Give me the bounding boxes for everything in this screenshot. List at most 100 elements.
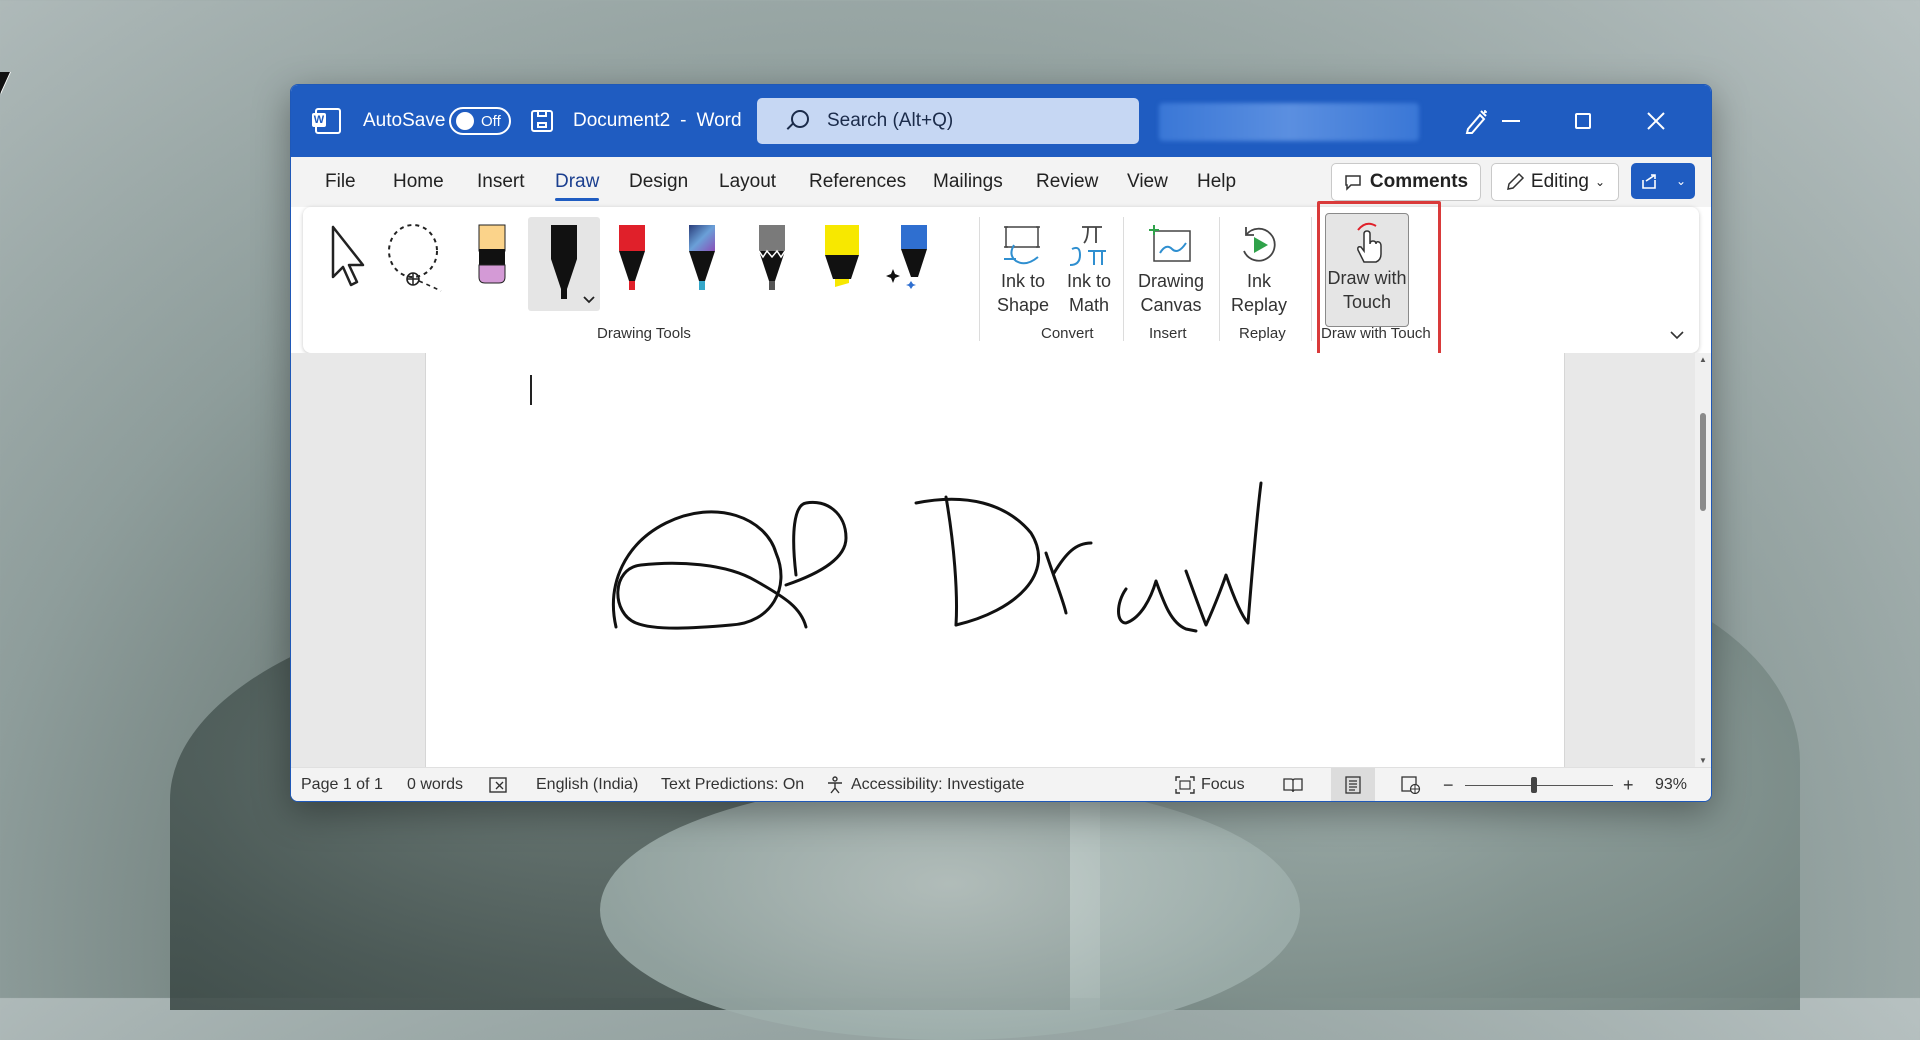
- ink-drawing: [611, 481, 1263, 633]
- action-pen-tool[interactable]: [883, 217, 941, 317]
- document-name: Document2: [573, 110, 671, 131]
- language-status[interactable]: English (India): [536, 768, 638, 801]
- ink-to-math-button[interactable]: Ink to Math: [1057, 217, 1121, 317]
- tab-layout[interactable]: Layout: [719, 157, 776, 207]
- scroll-down-icon[interactable]: ▼: [1699, 756, 1707, 765]
- app-name: Word: [696, 110, 742, 131]
- vertical-scrollbar[interactable]: ▲ ▼: [1695, 353, 1711, 767]
- red-pen-icon: [619, 225, 645, 290]
- tab-mailings[interactable]: Mailings: [933, 157, 1003, 207]
- ink-to-math-label-1: Ink to: [1066, 271, 1112, 291]
- tab-design[interactable]: Design: [629, 157, 688, 207]
- highlighter-icon: [825, 225, 859, 287]
- proofing-icon[interactable]: [489, 768, 509, 801]
- chevron-down-icon: ⌄: [1595, 175, 1606, 189]
- title-separator: -: [680, 110, 687, 131]
- highlight-annotation: [1317, 201, 1441, 359]
- word-count[interactable]: 0 words: [407, 768, 463, 801]
- drawing-canvas-button[interactable]: Drawing Canvas: [1133, 217, 1209, 317]
- accessibility-label: Accessibility: Investigate: [851, 776, 1025, 793]
- zoom-slider-thumb[interactable]: [1531, 777, 1537, 793]
- maximize-button[interactable]: [1548, 85, 1618, 157]
- focus-button[interactable]: Focus: [1175, 768, 1245, 801]
- text-predictions-status[interactable]: Text Predictions: On: [661, 768, 804, 801]
- status-bar: Page 1 of 1 0 words English (India) Text…: [291, 767, 1711, 801]
- accessibility-status[interactable]: Accessibility: Investigate: [825, 768, 1025, 801]
- autosave-toggle[interactable]: Off: [449, 85, 511, 157]
- select-tool[interactable]: [315, 217, 373, 317]
- document-page[interactable]: [425, 353, 1565, 767]
- pen-tool-galaxy[interactable]: [673, 217, 731, 317]
- scrollbar-thumb[interactable]: [1700, 413, 1706, 511]
- lasso-icon: [388, 224, 442, 292]
- group-label-replay: Replay: [1239, 325, 1286, 342]
- minimize-button[interactable]: [1476, 85, 1546, 157]
- title-bar: W AutoSave Off Document2 - Word Search (…: [291, 85, 1711, 157]
- scroll-up-icon[interactable]: ▲: [1699, 355, 1707, 364]
- mouse-cursor-icon: [0, 72, 10, 94]
- tab-file[interactable]: File: [325, 157, 356, 207]
- replay-icon: [1243, 227, 1276, 262]
- pen-tool-red[interactable]: [603, 217, 661, 317]
- accessibility-icon: [828, 776, 842, 794]
- tab-view[interactable]: View: [1127, 157, 1168, 207]
- editing-mode-button[interactable]: Editing ⌄: [1491, 163, 1619, 201]
- comment-icon: [1345, 175, 1361, 191]
- zoom-in-button[interactable]: +: [1623, 768, 1634, 801]
- autosave-state: Off: [481, 112, 501, 130]
- page-count[interactable]: Page 1 of 1: [301, 768, 383, 801]
- ribbon-divider: [979, 217, 980, 341]
- ink-replay-label-1: Ink: [1246, 271, 1271, 291]
- drawing-canvas-icon: [1149, 225, 1191, 262]
- tab-help[interactable]: Help: [1197, 157, 1236, 207]
- zoom-level[interactable]: 93%: [1655, 768, 1687, 801]
- focus-icon: [1175, 776, 1195, 794]
- zoom-out-button[interactable]: −: [1443, 768, 1454, 801]
- tab-references[interactable]: References: [809, 157, 906, 207]
- tab-review[interactable]: Review: [1036, 157, 1098, 207]
- highlighter-tool-yellow[interactable]: [813, 217, 871, 317]
- group-label-insert: Insert: [1149, 325, 1187, 342]
- ink-replay-label-2: Replay: [1230, 295, 1288, 315]
- zoom-slider-track[interactable]: [1465, 785, 1613, 786]
- document-title: Document2 - Word: [573, 85, 742, 157]
- close-button[interactable]: [1621, 85, 1691, 157]
- galaxy-pen-icon: [689, 225, 715, 290]
- ribbon-divider: [1219, 217, 1220, 341]
- tab-draw[interactable]: Draw: [555, 157, 600, 207]
- editing-label: Editing: [1530, 171, 1590, 192]
- tab-insert[interactable]: Insert: [477, 157, 525, 207]
- drawing-canvas-label-1: Drawing: [1137, 271, 1205, 291]
- web-layout-icon[interactable]: [1389, 768, 1433, 801]
- eraser-tool[interactable]: [463, 217, 521, 317]
- print-layout-icon[interactable]: [1331, 768, 1375, 801]
- comments-label: Comments: [1369, 171, 1469, 192]
- pencil-icon: [758, 225, 786, 290]
- read-mode-icon[interactable]: [1271, 768, 1315, 801]
- share-button[interactable]: ⌄: [1631, 163, 1695, 199]
- ink-replay-button[interactable]: Ink Replay: [1227, 217, 1291, 317]
- pencil-tool[interactable]: [743, 217, 801, 317]
- ink-to-math-icon: [1069, 226, 1106, 266]
- chevron-down-icon: ⌄: [1675, 174, 1687, 188]
- pen-tool-black[interactable]: [528, 217, 600, 311]
- eraser-icon: [478, 224, 506, 284]
- group-label-drawing-tools: Drawing Tools: [597, 325, 691, 342]
- account-area[interactable]: [1159, 103, 1419, 141]
- group-label-convert: Convert: [1041, 325, 1094, 342]
- word-logo-icon: W: [312, 85, 341, 157]
- tab-home[interactable]: Home: [393, 157, 444, 207]
- ribbon: Drawing Tools Ink to Shape Ink to Math C…: [303, 207, 1699, 353]
- pencil-icon: [1506, 172, 1524, 190]
- lasso-select-tool[interactable]: [383, 217, 442, 317]
- ink-to-shape-button[interactable]: Ink to Shape: [991, 217, 1055, 317]
- ribbon-collapse-chevron-icon[interactable]: [1669, 327, 1685, 345]
- search-icon: [791, 110, 809, 128]
- focus-label: Focus: [1201, 776, 1245, 793]
- save-icon[interactable]: [531, 85, 553, 157]
- pointer-icon: [331, 225, 365, 287]
- search-box[interactable]: Search (Alt+Q): [757, 98, 1139, 144]
- search-placeholder: Search (Alt+Q): [827, 110, 954, 131]
- action-pen-icon: [886, 225, 927, 289]
- comments-button[interactable]: Comments: [1331, 163, 1481, 201]
